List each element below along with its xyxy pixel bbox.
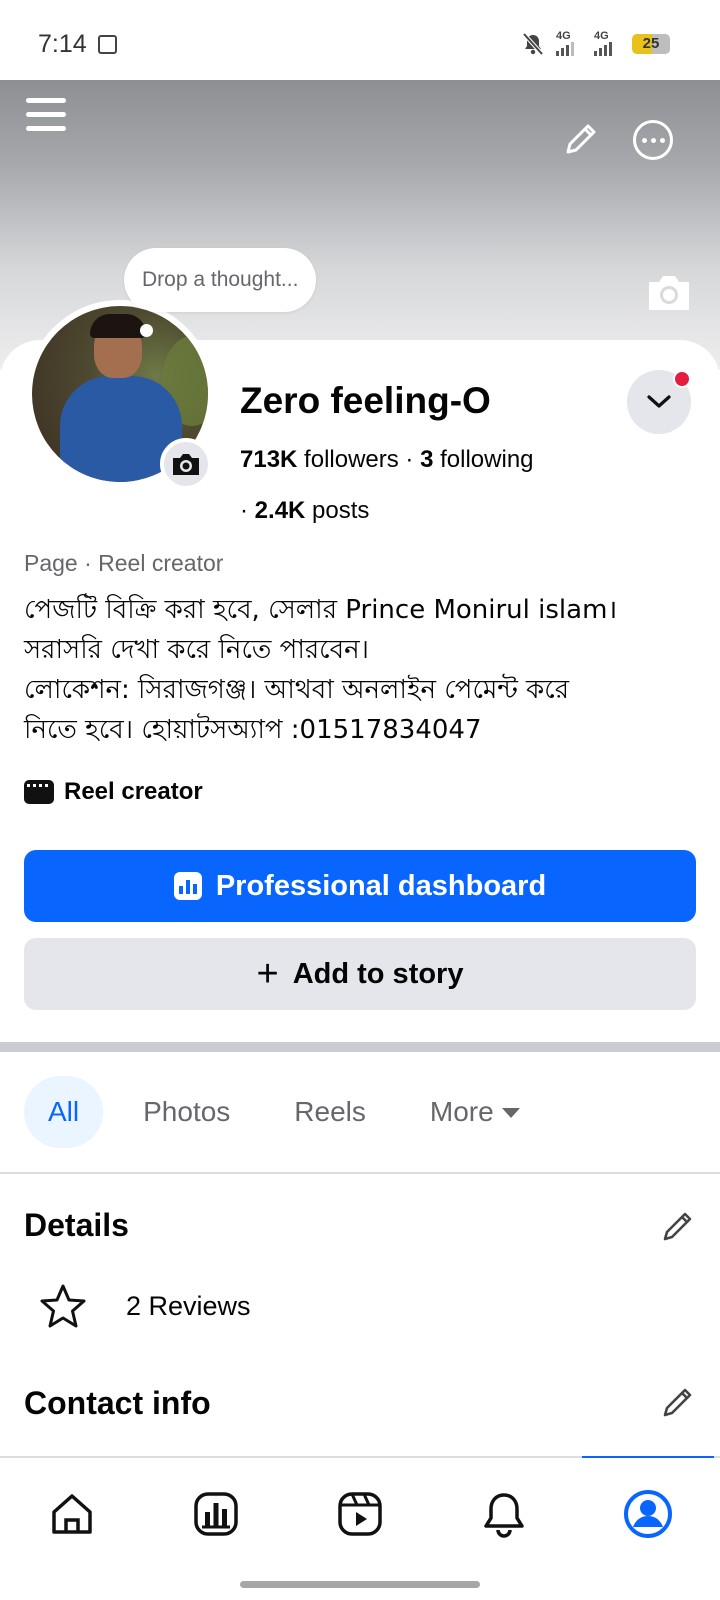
more-options-icon[interactable]	[633, 120, 673, 160]
reviews-row[interactable]: 2 Reviews	[38, 1282, 251, 1330]
profile-bio: পেজটি বিক্রি করা হবে, সেলার Prince Monir…	[24, 590, 704, 750]
mute-notification-icon	[522, 32, 544, 56]
avatar-camera-icon[interactable]	[160, 438, 212, 490]
contact-info-title: Contact info	[24, 1385, 211, 1421]
pencil-icon[interactable]	[560, 118, 602, 160]
star-icon	[40, 1284, 86, 1328]
tabs-divider	[0, 1172, 720, 1174]
clapperboard-icon	[24, 780, 54, 804]
tab-more[interactable]: More	[406, 1076, 544, 1148]
posts-label: posts	[312, 497, 370, 524]
profile-name: Zero feeling-O	[240, 380, 491, 421]
thought-bubble-tail	[140, 324, 153, 337]
battery-indicator: 25	[632, 34, 670, 54]
posts-count: 2.4K	[254, 497, 306, 524]
following-count[interactable]: 3	[420, 446, 433, 473]
status-indicators: 4G 4G 25	[522, 30, 670, 56]
follow-stats: 713K followers · 3 following	[240, 446, 534, 474]
section-divider	[0, 1042, 720, 1052]
profile-icon[interactable]	[618, 1484, 678, 1544]
status-time: 7:14	[38, 30, 87, 58]
followers-label[interactable]: followers	[304, 446, 399, 473]
status-bar: 7:14 4G 4G 25	[0, 0, 720, 80]
reels-icon[interactable]	[330, 1484, 390, 1544]
add-to-story-button[interactable]: + Add to story	[24, 938, 696, 1010]
bottom-navigation	[0, 1458, 720, 1578]
professional-dashboard-button[interactable]: Professional dashboard	[24, 850, 696, 922]
profile-tabs: All Photos Reels More	[24, 1076, 560, 1148]
tab-all[interactable]: All	[24, 1076, 104, 1148]
bio-line: পেজটি বিক্রি করা হবে, সেলার Prince Monir…	[24, 595, 618, 625]
followers-count[interactable]: 713K	[240, 446, 297, 473]
hamburger-menu-icon[interactable]	[26, 98, 68, 140]
caret-down-icon	[501, 1108, 520, 1118]
reel-creator-label: Reel creator	[64, 778, 203, 805]
following-label[interactable]: following	[440, 446, 533, 473]
bio-line: লোকেশন: সিরাজগঞ্জ। আথবা অনলাইন পেমেন্ট ক…	[24, 675, 569, 705]
dashboard-icon[interactable]	[186, 1484, 246, 1544]
bio-line: সরাসরি দেখা করে নিতে পারবেন।	[24, 635, 369, 665]
drop-thought-bubble[interactable]: Drop a thought...	[124, 248, 317, 312]
reel-creator-badge: Reel creator	[24, 778, 203, 806]
stats-separator: ·	[405, 446, 414, 473]
signal-icon-2: 4G	[594, 30, 620, 56]
details-title: Details	[24, 1207, 129, 1243]
reviews-label: 2 Reviews	[126, 1290, 251, 1321]
bio-line: নিতে হবে। হোয়াটসঅ্যাপ :01517834047	[24, 715, 482, 745]
add-to-story-label: Add to story	[292, 957, 464, 990]
professional-dashboard-label: Professional dashboard	[215, 869, 547, 902]
stats-separator: ·	[240, 497, 248, 524]
camera-icon[interactable]	[645, 272, 693, 312]
dashboard-chart-icon	[173, 872, 202, 900]
page-category: Page · Reel creator	[24, 550, 224, 576]
tab-reels[interactable]: Reels	[270, 1076, 390, 1148]
gesture-home-bar[interactable]	[240, 1581, 480, 1588]
screenshot-icon	[98, 35, 117, 54]
posts-stats: · 2.4K posts	[240, 497, 369, 525]
home-icon[interactable]	[42, 1484, 102, 1544]
notification-dot	[673, 370, 691, 388]
chevron-down-icon	[647, 395, 671, 408]
edit-contact-pencil-icon[interactable]	[660, 1384, 696, 1420]
signal-icon-1: 4G	[556, 30, 582, 56]
plus-icon: +	[256, 953, 279, 995]
edit-details-pencil-icon[interactable]	[660, 1208, 696, 1244]
bell-icon[interactable]	[474, 1484, 534, 1544]
tab-photos[interactable]: Photos	[119, 1076, 254, 1148]
